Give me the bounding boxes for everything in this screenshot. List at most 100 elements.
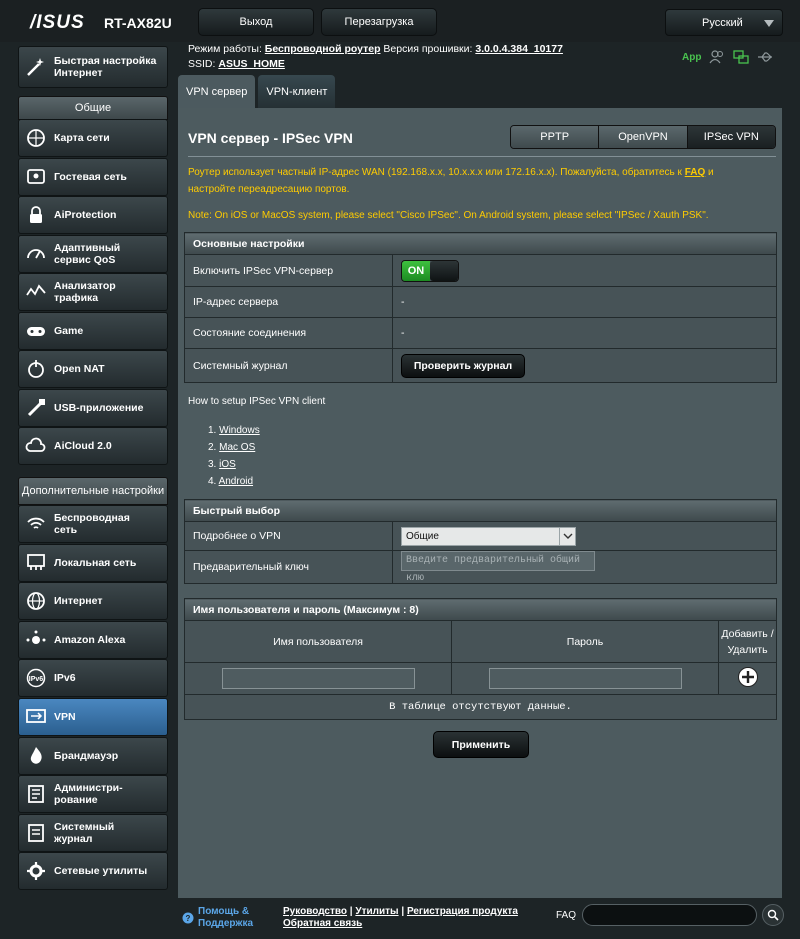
quick-select-table: Быстрый выбор Подробнее о VPN Общие Пред…: [184, 499, 777, 584]
title-divider: [188, 156, 776, 157]
mode-link[interactable]: Беспроводной роутер: [265, 43, 381, 55]
notice-text-line2: настройте переадресацию портов.: [188, 184, 350, 195]
status-info: Режим работы: Беспроводной роутер Версия…: [188, 42, 563, 72]
ssid-label: SSID:: [188, 58, 216, 70]
lock-icon: [25, 204, 47, 226]
apply-button[interactable]: Применить: [433, 731, 529, 758]
ios-guide-link[interactable]: iOS: [219, 459, 236, 470]
vpn-details-select[interactable]: Общие: [401, 526, 576, 546]
sidebar-item-label: Сетевые утилиты: [54, 865, 148, 878]
reboot-button[interactable]: Перезагрузка: [321, 8, 437, 36]
cloud-icon: [25, 435, 47, 457]
sidebar-item-wifi[interactable]: Беспроводная сеть: [18, 505, 168, 543]
help-icon: ?: [182, 912, 194, 924]
sidebar-item-lock[interactable]: AiProtection: [18, 196, 168, 234]
segment-ipsec[interactable]: IPSec VPN: [687, 126, 775, 148]
column-header-action: Добавить / Удалить: [718, 620, 777, 663]
language-value: Русский: [702, 17, 743, 29]
ssid-link[interactable]: ASUS_HOME: [218, 58, 285, 70]
network-status-icon[interactable]: [733, 50, 750, 64]
router-admin-page: /ISUS RT-AX82U Выход Перезагрузка Русски…: [0, 0, 800, 939]
registration-link[interactable]: Регистрация продукта: [407, 906, 518, 917]
segment-pptp[interactable]: PPTP: [511, 126, 600, 148]
macos-guide-link[interactable]: Mac OS: [219, 442, 255, 453]
chevron-down-icon: [559, 527, 575, 545]
sidebar-item-label: Быстрая настройка Интернет: [54, 55, 157, 79]
users-header: Имя пользователя и пароль (Максимум : 8): [184, 598, 777, 621]
faq-search-button[interactable]: [762, 904, 784, 926]
usb-icon: [25, 397, 47, 419]
sidebar-quick-setup[interactable]: Быстрая настройка Интернет: [18, 46, 168, 88]
advanced-section-header: Дополнительные настройки: [18, 477, 168, 505]
sidebar-item-alexa[interactable]: Amazon Alexa: [18, 620, 168, 659]
sidebar-item-label: Гостевая сеть: [54, 170, 127, 183]
sidebar-item-usb[interactable]: USB-приложение: [18, 388, 168, 427]
app-link[interactable]: App: [682, 52, 701, 63]
sidebar-item-tools[interactable]: Сетевые утилиты: [18, 852, 168, 891]
language-select[interactable]: Русский: [665, 9, 783, 36]
enable-ipsec-label: Включить IPSec VPN-сервер: [184, 254, 393, 287]
sidebar-item-admin[interactable]: Администри-рование: [18, 775, 168, 814]
help-support[interactable]: ? Помощь & Поддержка: [182, 906, 258, 930]
utilities-link[interactable]: Утилиты: [355, 906, 398, 917]
add-user-icon[interactable]: [737, 666, 759, 688]
sidebar-item-traffic[interactable]: Анализатор трафика: [18, 273, 168, 311]
tab-vpn-client[interactable]: VPN-клиент: [258, 75, 336, 108]
sidebar-item-ipv6[interactable]: IPv6 IPv6: [18, 659, 168, 698]
usb-status-icon[interactable]: [757, 50, 773, 64]
guest-network-icon: [25, 166, 47, 188]
footer-links: Руководство | Утилиты | Регистрация прод…: [283, 906, 518, 929]
sidebar-item-gauge[interactable]: Адаптивный сервис QoS: [18, 234, 168, 273]
tab-vpn-server[interactable]: VPN сервер: [178, 75, 256, 108]
sidebar-item-label: Анализатор трафика: [54, 280, 116, 304]
sidebar-item-label: VPN: [54, 711, 76, 723]
android-guide-link[interactable]: Android: [219, 476, 253, 487]
sidebar-item-globe[interactable]: Интернет: [18, 582, 168, 621]
firmware-link[interactable]: 3.0.0.4.384_10177: [475, 43, 563, 55]
os-notice: Note: On iOS or MacOS system, please sel…: [188, 210, 709, 221]
column-header-user: Имя пользователя: [184, 620, 452, 663]
traffic-icon: [25, 281, 47, 303]
sidebar-item-lan[interactable]: Локальная сеть: [18, 543, 168, 582]
wizard-icon: [25, 56, 47, 78]
wifi-icon: [25, 513, 47, 535]
faq-link[interactable]: FAQ: [685, 167, 706, 178]
top-bar: /ISUS RT-AX82U Выход Перезагрузка Русски…: [0, 0, 800, 42]
syslog-label: Системный журнал: [184, 348, 393, 383]
vpn-details-value: Общие: [406, 530, 439, 542]
username-input[interactable]: [221, 668, 415, 689]
empty-table-message: В таблице отсутствуют данные.: [184, 694, 777, 720]
sidebar-item-open-nat[interactable]: Open NAT: [18, 350, 168, 388]
sidebar-item-label: Open NAT: [54, 363, 105, 375]
sidebar-item-guest-network[interactable]: Гостевая сеть: [18, 157, 168, 196]
sidebar-item-label: Карта сети: [54, 132, 110, 144]
manual-link[interactable]: Руководство: [283, 906, 347, 917]
windows-guide-link[interactable]: Windows: [219, 425, 260, 436]
sidebar-item-firewall[interactable]: Брандмауэр: [18, 736, 168, 775]
sidebar-item-globe-network[interactable]: Карта сети: [18, 119, 168, 157]
firewall-icon: [25, 745, 47, 767]
segment-openvpn[interactable]: OpenVPN: [599, 126, 688, 148]
open-nat-icon: [25, 358, 47, 380]
sidebar-item-gamepad[interactable]: Game: [18, 311, 168, 350]
logout-button[interactable]: Выход: [198, 8, 314, 36]
sidebar-item-cloud[interactable]: AiCloud 2.0: [18, 427, 168, 465]
ipsec-toggle[interactable]: ON: [401, 259, 459, 282]
sidebar-item-vpn[interactable]: VPN: [18, 698, 168, 736]
main-panel: VPN сервер - IPSec VPN PPTP OpenVPN IPSe…: [178, 108, 782, 898]
sidebar-item-log[interactable]: Системный журнал: [18, 813, 168, 852]
users-icon[interactable]: [709, 50, 725, 64]
check-log-button[interactable]: Проверить журнал: [401, 353, 525, 378]
mode-label: Режим работы:: [188, 43, 262, 55]
os-guide-list: 1. Windows 2. Mac OS 3. iOS 4. Android: [208, 422, 260, 490]
toggle-knob: [430, 260, 458, 281]
admin-icon: [25, 783, 47, 805]
list-item: 4. Android: [208, 476, 254, 487]
password-input[interactable]: [488, 668, 682, 689]
asus-logo[interactable]: /ISUS: [30, 12, 85, 34]
faq-search-input[interactable]: [582, 904, 757, 926]
psk-input[interactable]: Введите предварительный общий клю: [401, 551, 595, 584]
footer: ? Помощь & Поддержка Руководство | Утили…: [178, 898, 784, 939]
alexa-icon: [25, 629, 47, 651]
feedback-link[interactable]: Обратная связь: [283, 918, 362, 929]
